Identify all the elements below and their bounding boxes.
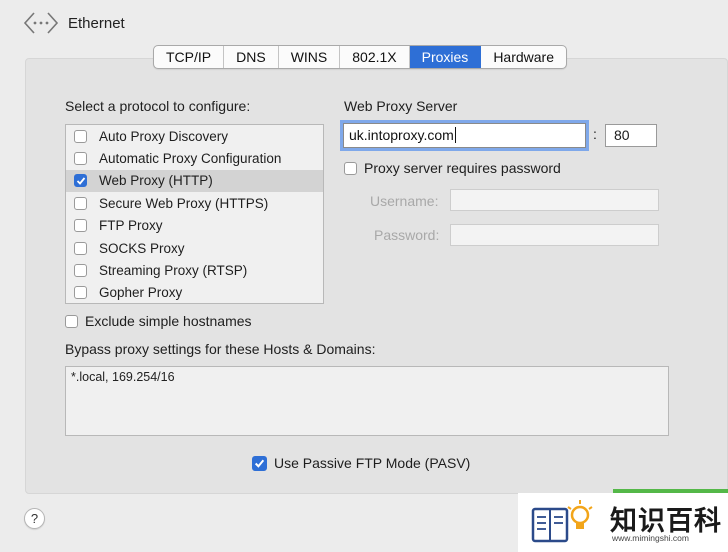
list-item[interactable]: Gopher Proxy: [66, 282, 323, 304]
proxy-port-input[interactable]: 80: [605, 124, 657, 147]
tab-bar: TCP/IP DNS WINS 802.1X Proxies Hardware: [153, 45, 568, 69]
watermark-accent-bar: [613, 489, 728, 493]
requires-password-row[interactable]: Proxy server requires password: [344, 160, 561, 176]
help-button[interactable]: ?: [24, 508, 45, 529]
checkbox-socks-proxy[interactable]: [74, 241, 87, 255]
watermark-url: www.mimingshi.com: [612, 533, 689, 543]
list-item-label: Automatic Proxy Configuration: [99, 151, 282, 167]
list-item[interactable]: SOCKS Proxy: [66, 237, 323, 259]
list-item-label: Gopher Proxy: [99, 285, 183, 301]
bypass-hosts-textarea[interactable]: *.local, 169.254/16: [65, 366, 669, 436]
tab-wins[interactable]: WINS: [279, 46, 341, 68]
page-title: Ethernet: [68, 14, 125, 32]
list-item[interactable]: Automatic Proxy Configuration: [66, 147, 323, 169]
passive-ftp-label: Use Passive FTP Mode (PASV): [274, 455, 471, 471]
list-item-label: FTP Proxy: [99, 218, 163, 234]
list-item[interactable]: Streaming Proxy (RTSP): [66, 259, 323, 281]
tab-dns[interactable]: DNS: [224, 46, 279, 68]
requires-password-checkbox[interactable]: [344, 161, 357, 175]
checkbox-secure-web-proxy-https[interactable]: [74, 196, 87, 210]
tab-8021x[interactable]: 802.1X: [340, 46, 410, 68]
tab-hardware[interactable]: Hardware: [481, 46, 566, 68]
list-item[interactable]: Auto Proxy Discovery: [66, 125, 323, 147]
exclude-simple-hostnames-checkbox[interactable]: [65, 314, 78, 328]
list-item-label: Streaming Proxy (RTSP): [99, 263, 248, 279]
passive-ftp-checkbox[interactable]: [252, 455, 267, 471]
tab-tcpip[interactable]: TCP/IP: [154, 46, 225, 68]
exclude-simple-hostnames-label: Exclude simple hostnames: [85, 313, 252, 329]
password-field[interactable]: [450, 224, 659, 246]
bypass-label: Bypass proxy settings for these Hosts & …: [65, 341, 376, 357]
proxy-server-input[interactable]: uk.intoproxy.com: [343, 123, 586, 148]
book-lightbulb-icon: [530, 497, 598, 549]
requires-password-label: Proxy server requires password: [364, 160, 561, 176]
password-label: Password:: [374, 227, 440, 243]
username-label: Username:: [370, 193, 439, 209]
protocol-list: Auto Proxy Discovery Automatic Proxy Con…: [65, 124, 324, 304]
checkbox-gopher-proxy[interactable]: [74, 286, 87, 300]
checkbox-automatic-proxy-configuration[interactable]: [74, 152, 87, 166]
text-cursor: [454, 127, 456, 143]
list-item-label: Secure Web Proxy (HTTPS): [99, 195, 269, 211]
passive-ftp-row[interactable]: Use Passive FTP Mode (PASV): [252, 455, 470, 471]
list-item[interactable]: Secure Web Proxy (HTTPS): [66, 192, 323, 214]
window-header: Ethernet: [22, 8, 125, 38]
port-separator: :: [593, 126, 597, 142]
protocol-heading: Select a protocol to configure:: [65, 98, 251, 114]
checkbox-streaming-proxy-rtsp[interactable]: [74, 264, 87, 278]
list-item-label: Web Proxy (HTTP): [99, 173, 213, 189]
list-item[interactable]: Web Proxy (HTTP): [66, 169, 323, 193]
checkbox-web-proxy-http[interactable]: [74, 174, 87, 188]
tab-proxies[interactable]: Proxies: [409, 46, 482, 68]
network-arrows-icon[interactable]: [22, 9, 60, 37]
checkbox-ftp-proxy[interactable]: [74, 219, 87, 233]
list-item-label: Auto Proxy Discovery: [99, 128, 229, 144]
proxy-server-value: uk.intoproxy.com: [349, 127, 454, 143]
username-field[interactable]: [450, 189, 659, 211]
checkbox-auto-proxy-discovery[interactable]: [74, 129, 87, 143]
exclude-simple-hostnames-row[interactable]: Exclude simple hostnames: [65, 313, 252, 329]
web-proxy-server-heading: Web Proxy Server: [344, 98, 458, 114]
list-item-label: SOCKS Proxy: [99, 240, 185, 256]
list-item[interactable]: FTP Proxy: [66, 215, 323, 237]
